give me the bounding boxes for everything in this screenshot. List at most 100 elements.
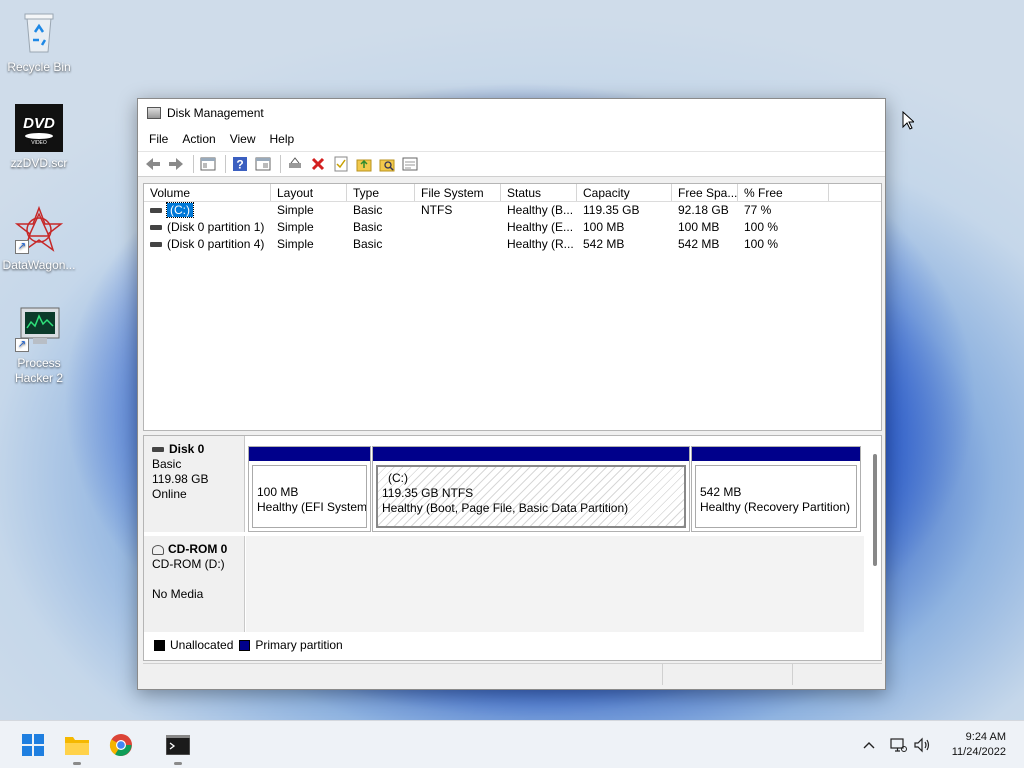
partition-size: 100 MB xyxy=(257,485,299,499)
taskbar-chrome[interactable] xyxy=(105,729,137,761)
volume-list: Volume Layout Type File System Status Ca… xyxy=(143,183,882,431)
partition-body: 542 MB Healthy (Recovery Partition) xyxy=(695,465,857,528)
partition-title: (C:) xyxy=(388,471,408,485)
datawagon-icon: ↗ xyxy=(14,205,64,254)
desktop-icon-label: Process Hacker 2 xyxy=(14,356,64,385)
title-bar[interactable]: Disk Management xyxy=(138,99,885,127)
desktop-icon-process-hacker[interactable]: ↗ Process Hacker 2 xyxy=(0,304,78,386)
volume-row[interactable]: (Disk 0 partition 4) Simple Basic Health… xyxy=(144,236,881,253)
menu-bar: File Action View Help xyxy=(138,127,885,151)
capacity-cell: 119.35 GB xyxy=(583,203,640,217)
window-title: Disk Management xyxy=(167,106,264,120)
column-header-type[interactable]: Type xyxy=(347,184,415,201)
check-icon[interactable] xyxy=(331,154,351,174)
forward-icon[interactable] xyxy=(166,154,186,174)
show-hidden-icons[interactable] xyxy=(862,721,876,768)
volume-control[interactable] xyxy=(913,721,931,768)
partition-size: 542 MB xyxy=(700,485,742,499)
cdrom-drive: CD-ROM (D:) xyxy=(152,557,225,571)
volume-name: (Disk 0 partition 4) xyxy=(167,237,265,251)
desktop-icon-recycle-bin[interactable]: Recycle Bin xyxy=(0,8,78,75)
svg-text:VIDEO: VIDEO xyxy=(31,140,47,146)
menu-help[interactable]: Help xyxy=(263,132,302,146)
network-status[interactable] xyxy=(889,721,907,768)
column-header-layout[interactable]: Layout xyxy=(271,184,347,201)
partition-bar xyxy=(249,447,370,461)
delete-icon[interactable] xyxy=(308,154,328,174)
toolbar: ? xyxy=(138,151,885,177)
menu-action[interactable]: Action xyxy=(175,132,222,146)
running-indicator xyxy=(73,762,81,765)
column-header-percent-free[interactable]: % Free xyxy=(738,184,829,201)
menu-view[interactable]: View xyxy=(223,132,263,146)
cdrom-0-row: CD-ROM 0 CD-ROM (D:) No Media xyxy=(144,536,864,632)
type-cell: Basic xyxy=(353,220,383,234)
connect-icon[interactable] xyxy=(285,154,305,174)
properties-icon[interactable] xyxy=(253,154,273,174)
drive-icon xyxy=(150,242,162,248)
disk-management-window: Disk Management File Action View Help ? xyxy=(137,98,886,690)
partition-body: 100 MB Healthy (EFI System I xyxy=(252,465,367,528)
clock-date: 11/24/2022 xyxy=(951,746,1006,758)
column-header-free-space[interactable]: Free Spa... xyxy=(672,184,738,201)
partition-bar xyxy=(692,447,860,461)
capacity-cell: 542 MB xyxy=(583,237,625,251)
cdrom-media: No Media xyxy=(152,587,204,601)
disk-name: Disk 0 xyxy=(169,442,205,456)
volume-list-header: Volume Layout Type File System Status Ca… xyxy=(144,184,881,202)
cdrom-icon xyxy=(152,544,164,555)
column-header-file-system[interactable]: File System xyxy=(415,184,501,201)
disk-size: 119.98 GB xyxy=(152,472,209,486)
help-icon[interactable]: ? xyxy=(230,154,250,174)
disk-state: Online xyxy=(152,487,187,501)
partition-recovery[interactable]: 542 MB Healthy (Recovery Partition) xyxy=(691,446,861,532)
show-hide-icon[interactable] xyxy=(198,154,218,174)
svg-text:DVD: DVD xyxy=(23,115,55,132)
column-header-volume[interactable]: Volume xyxy=(144,184,271,201)
toolbar-separator xyxy=(280,155,281,173)
shortcut-arrow-icon: ↗ xyxy=(15,338,29,352)
file-system-cell: NTFS xyxy=(421,203,453,217)
explore-icon[interactable] xyxy=(377,154,397,174)
content-area: Volume Layout Type File System Status Ca… xyxy=(143,183,882,661)
cdrom-0-label[interactable]: CD-ROM 0 CD-ROM (D:) No Media xyxy=(144,536,245,632)
volume-cell: (C:) xyxy=(144,202,271,219)
chevron-up-icon xyxy=(863,742,875,749)
desktop-icon-label: zzDVD.scr xyxy=(10,156,68,170)
column-header-status[interactable]: Status xyxy=(501,184,577,201)
partition-title xyxy=(700,470,852,485)
start-button[interactable] xyxy=(17,729,49,761)
disk-pane-scrollbar[interactable] xyxy=(873,454,877,566)
toolbar-separator xyxy=(193,155,194,173)
desktop-icon-label: Recycle Bin xyxy=(7,60,71,74)
taskbar-terminal[interactable] xyxy=(162,729,194,765)
free-space-cell: 92.18 GB xyxy=(678,203,729,217)
volume-cell: (Disk 0 partition 1) xyxy=(144,219,271,236)
disk-0-label[interactable]: Disk 0 Basic 119.98 GB Online xyxy=(144,436,245,532)
back-icon[interactable] xyxy=(143,154,163,174)
layout-cell: Simple xyxy=(277,220,314,234)
desktop-icon-datawagon[interactable]: ↗ DataWagon... xyxy=(0,205,78,273)
legend: Unallocated Primary partition xyxy=(148,634,343,656)
partition-c[interactable]: (C:) 119.35 GB NTFS Healthy (Boot, Page … xyxy=(372,446,690,532)
taskbar: 9:24 AM 11/24/2022 xyxy=(0,720,1024,768)
volume-row[interactable]: (C:) Simple Basic NTFS Healthy (B... 119… xyxy=(144,202,881,219)
taskbar-file-explorer[interactable] xyxy=(61,729,93,765)
volume-row[interactable]: (Disk 0 partition 1) Simple Basic Health… xyxy=(144,219,881,236)
type-cell: Basic xyxy=(353,203,383,217)
volume-cell: (Disk 0 partition 4) xyxy=(144,236,271,253)
desktop-icon-zzdvd[interactable]: DVD VIDEO zzDVD.scr xyxy=(0,104,78,171)
partition-efi[interactable]: 100 MB Healthy (EFI System I xyxy=(248,446,371,532)
column-header-capacity[interactable]: Capacity xyxy=(577,184,672,201)
svg-text:?: ? xyxy=(236,158,243,172)
status-cell: Healthy (B... xyxy=(507,203,574,217)
legend-swatch-unallocated xyxy=(154,639,165,651)
status-cell: Healthy (R... xyxy=(507,237,574,251)
open-icon[interactable] xyxy=(354,154,374,174)
status-segment xyxy=(793,664,882,685)
partition-body: (C:) 119.35 GB NTFS Healthy (Boot, Page … xyxy=(376,465,686,528)
menu-file[interactable]: File xyxy=(142,132,175,146)
system-clock[interactable]: 9:24 AM 11/24/2022 xyxy=(952,730,1006,760)
settings-icon[interactable] xyxy=(400,154,420,174)
toolbar-separator xyxy=(225,155,226,173)
